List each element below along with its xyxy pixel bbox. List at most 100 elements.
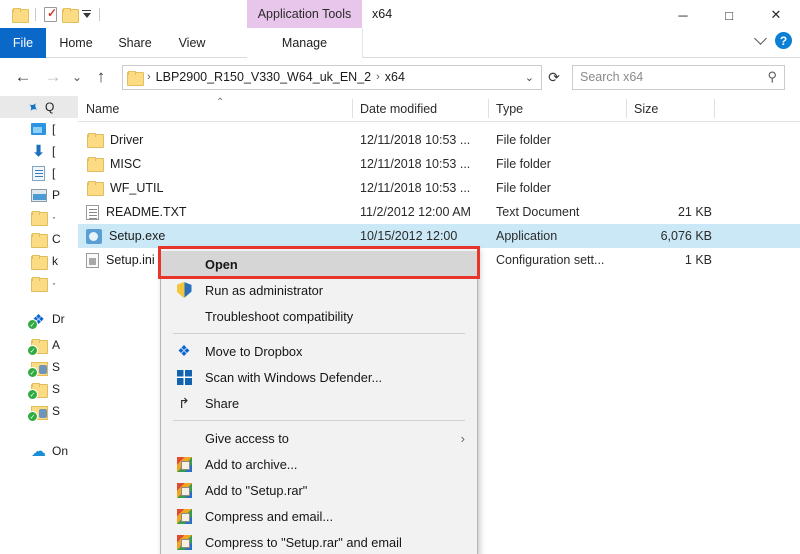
help-icon[interactable]: ?	[775, 32, 792, 49]
context-menu-item-add-to-setup-rar[interactable]: Add to "Setup.rar"	[161, 477, 477, 503]
ini-file-icon	[86, 253, 99, 268]
sidebar-item-dropbox-child-3[interactable]: ✓ S	[0, 378, 78, 400]
breadcrumb-separator: ›	[147, 71, 151, 83]
size-cell: 1 KB	[634, 253, 712, 267]
sidebar-item-dropbox-child-2[interactable]: ✓ S	[0, 356, 78, 378]
context-menu-item-label: Add to "Setup.rar"	[205, 483, 307, 498]
up-button[interactable]: ↑	[86, 62, 116, 92]
sidebar-item-label: Q	[45, 100, 54, 114]
date-modified-cell: 11/2/2012 12:00 AM	[360, 205, 471, 219]
sidebar-item-onedrive[interactable]: ☁ On	[0, 440, 78, 462]
tab-share[interactable]: Share	[106, 28, 164, 58]
sidebar-item-dropbox[interactable]: ❖✓ Dr	[0, 308, 78, 330]
sidebar-item-downloads[interactable]: ⬇ [	[0, 140, 78, 162]
folder-icon[interactable]	[12, 8, 27, 21]
customize-dropdown-icon[interactable]	[82, 10, 91, 19]
divider[interactable]	[714, 99, 715, 118]
sidebar-item-pictures[interactable]: P	[0, 184, 78, 206]
title-bar: Application Tools x64 ─ □ ✕	[0, 0, 800, 28]
file-name-cell[interactable]: Setup.ini	[86, 253, 155, 268]
context-menu-item-run-as-administrator[interactable]: Run as administrator	[161, 277, 477, 303]
type-cell: Application	[496, 229, 557, 243]
table-row[interactable]: Driver 12/11/2018 10:53 ... File folder	[78, 128, 800, 152]
file-name-cell[interactable]: MISC	[86, 156, 141, 172]
context-menu-item-label: Share	[205, 396, 239, 411]
folder-icon	[86, 180, 103, 196]
table-row[interactable]: WF_UTIL 12/11/2018 10:53 ... File folder	[78, 176, 800, 200]
forward-button[interactable]: →	[38, 62, 68, 92]
context-menu-item-label: Run as administrator	[205, 283, 323, 298]
context-menu-item-compress-and-email[interactable]: Compress and email...	[161, 503, 477, 529]
context-menu-item-give-access-to[interactable]: Give access to ›	[161, 425, 477, 451]
sidebar-item-folder-1[interactable]: ·	[0, 206, 78, 228]
sidebar-item-label: k	[52, 254, 58, 268]
sidebar-item-folder-2[interactable]: C	[0, 228, 78, 250]
tab-view[interactable]: View	[164, 28, 220, 58]
table-row[interactable]: README.TXT 11/2/2012 12:00 AM Text Docum…	[78, 200, 800, 224]
sidebar-item-label: On	[52, 444, 68, 458]
context-menu-item-share[interactable]: ↱ Share	[161, 390, 477, 416]
breadcrumb-item-current[interactable]: x64	[385, 70, 405, 84]
context-menu-item-label: Compress and email...	[205, 509, 333, 524]
close-button[interactable]: ✕	[752, 0, 800, 30]
recent-locations-button[interactable]: ⌄	[68, 62, 86, 92]
properties-icon[interactable]	[44, 7, 57, 22]
sidebar-item-desktop[interactable]: [	[0, 118, 78, 140]
sort-ascending-icon: ⌃	[216, 97, 224, 108]
address-path-box[interactable]: › LBP2900_R150_V330_W64_uk_EN_2 › x64 ⌄	[122, 65, 542, 90]
search-box[interactable]: Search x64 ⚲	[572, 65, 785, 90]
context-menu-item-open[interactable]: Open	[161, 251, 477, 277]
blank-icon	[175, 308, 193, 325]
file-name-cell[interactable]: README.TXT	[86, 205, 187, 220]
chevron-down-icon[interactable]	[754, 32, 767, 45]
table-row[interactable]: MISC 12/11/2018 10:53 ... File folder	[78, 152, 800, 176]
sidebar-item-dropbox-child-4[interactable]: ✓ S	[0, 400, 78, 422]
folder-sync-icon: ✓	[30, 381, 47, 397]
sidebar-item-label: ·	[52, 276, 56, 290]
file-name-cell[interactable]: Setup.exe	[86, 229, 165, 244]
back-button[interactable]: ←	[8, 62, 38, 92]
sidebar-item-folder-3[interactable]: k	[0, 250, 78, 272]
file-name-label: README.TXT	[106, 205, 187, 219]
column-header-size[interactable]: Size	[626, 102, 658, 122]
context-menu-item-compress-to-setup-rar-and-email[interactable]: Compress to "Setup.rar" and email	[161, 529, 477, 554]
folder-icon	[30, 253, 47, 269]
context-menu-item-scan-with-windows-defender[interactable]: Scan with Windows Defender...	[161, 364, 477, 390]
search-icon[interactable]: ⚲	[767, 69, 777, 85]
sidebar-item-label: [	[52, 122, 55, 136]
chevron-down-icon[interactable]: ⌄	[525, 71, 537, 84]
table-row-selected[interactable]: Setup.exe 10/15/2012 12:00 Application 6…	[78, 224, 800, 248]
context-menu-item-add-to-archive[interactable]: Add to archive...	[161, 451, 477, 477]
file-name-cell[interactable]: Driver	[86, 132, 143, 148]
folder-icon	[86, 132, 103, 148]
sidebar-item-quick-access[interactable]: ✦ Q	[0, 96, 78, 118]
maximize-button[interactable]: □	[706, 0, 752, 30]
date-modified-cell: 10/15/2012 12:00	[360, 229, 457, 243]
context-menu-item-label: Move to Dropbox	[205, 344, 302, 359]
sidebar-item-documents[interactable]: [	[0, 162, 78, 184]
tab-home[interactable]: Home	[46, 28, 106, 58]
minimize-button[interactable]: ─	[660, 0, 706, 30]
chevron-right-icon: ›	[461, 431, 465, 446]
new-folder-icon[interactable]	[62, 8, 77, 21]
file-name-cell[interactable]: WF_UTIL	[86, 180, 163, 196]
type-cell: File folder	[496, 181, 551, 195]
column-header-date-modified[interactable]: Date modified	[352, 102, 437, 122]
onedrive-icon: ☁	[30, 443, 47, 459]
column-header-type[interactable]: Type	[488, 102, 523, 122]
contextual-tab-group-label: Application Tools	[247, 0, 362, 28]
type-cell: File folder	[496, 133, 551, 147]
column-header-name[interactable]: Name	[78, 102, 119, 122]
breadcrumb-item-parent[interactable]: LBP2900_R150_V330_W64_uk_EN_2	[156, 70, 371, 84]
context-menu-item-troubleshoot-compatibility[interactable]: Troubleshoot compatibility	[161, 303, 477, 329]
documents-icon	[30, 165, 47, 181]
tab-file[interactable]: File	[0, 28, 46, 58]
folder-icon	[30, 231, 47, 247]
search-input[interactable]: Search x64	[580, 70, 643, 84]
sidebar-item-folder-4[interactable]: ·	[0, 272, 78, 294]
sidebar-item-dropbox-child-1[interactable]: ✓ A	[0, 334, 78, 356]
refresh-button[interactable]: ⟳	[542, 65, 566, 90]
context-menu-item-move-to-dropbox[interactable]: ❖ Move to Dropbox	[161, 338, 477, 364]
tab-manage[interactable]: Manage	[247, 28, 362, 58]
ribbon-tab-bar: File Home Share View Manage ?	[0, 28, 800, 58]
